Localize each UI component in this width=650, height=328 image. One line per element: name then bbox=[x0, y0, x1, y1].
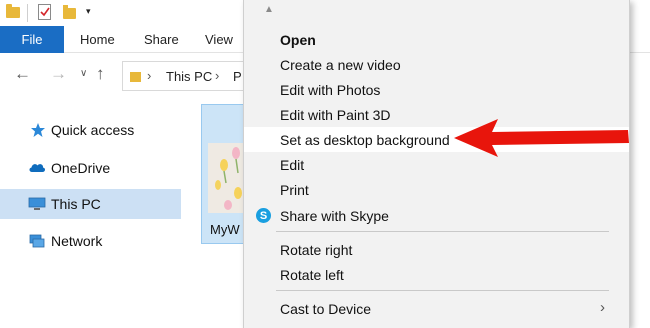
chevron-right-icon[interactable]: › bbox=[147, 68, 151, 83]
folder-icon bbox=[130, 72, 141, 82]
star-icon bbox=[31, 123, 45, 137]
menu-item-create-new-video[interactable]: Create a new video bbox=[244, 52, 629, 77]
folder-icon bbox=[6, 4, 20, 18]
menu-item-label: Cast to Device bbox=[280, 300, 372, 317]
forward-arrow-icon[interactable]: → bbox=[50, 64, 67, 84]
menu-item-cast-to-device[interactable]: Cast to Device › bbox=[244, 296, 629, 321]
menu-item-label: Print bbox=[280, 181, 309, 198]
network-icon bbox=[29, 234, 45, 248]
computer-icon bbox=[28, 197, 46, 210]
new-folder-icon[interactable] bbox=[63, 5, 76, 19]
chevron-right-icon: › bbox=[600, 299, 605, 316]
menu-item-label: Share with Skype bbox=[280, 207, 389, 224]
address-input[interactable]: › This PC › P bbox=[122, 61, 262, 91]
sidebar-item-onedrive[interactable]: OneDrive bbox=[0, 153, 181, 183]
customize-dropdown-icon[interactable]: ▾ bbox=[86, 6, 91, 17]
sidebar-item-label: OneDrive bbox=[51, 160, 111, 176]
menu-item-label: Edit with Paint 3D bbox=[280, 106, 391, 123]
menu-item-share-with-skype[interactable]: S Share with Skype bbox=[244, 203, 629, 228]
sidebar-item-label: Quick access bbox=[51, 122, 135, 138]
tab-share[interactable]: Share bbox=[144, 26, 179, 53]
menu-item-label: Set as desktop background bbox=[280, 131, 450, 148]
up-arrow-icon[interactable]: ↑ bbox=[96, 64, 105, 84]
chevron-right-icon[interactable]: › bbox=[215, 68, 219, 83]
file-name: MyW bbox=[210, 222, 240, 237]
menu-item-label: Open bbox=[280, 31, 316, 48]
back-arrow-icon[interactable]: ← bbox=[14, 64, 31, 84]
menu-item-label: Create a new video bbox=[280, 56, 401, 73]
menu-item-rotate-left[interactable]: Rotate left bbox=[244, 262, 629, 287]
tab-home[interactable]: Home bbox=[80, 26, 115, 53]
menu-item-print[interactable]: Print bbox=[244, 177, 629, 202]
breadcrumb-this-pc[interactable]: This PC bbox=[166, 69, 212, 84]
menu-item-label: Edit with Photos bbox=[280, 81, 381, 98]
menu-item-label: Rotate right bbox=[280, 241, 353, 258]
scroll-up-icon[interactable]: ▲ bbox=[264, 4, 274, 15]
menu-divider bbox=[276, 231, 609, 232]
menu-item-label: Rotate left bbox=[280, 266, 344, 283]
annotation-arrow bbox=[454, 119, 629, 157]
sidebar-item-label: This PC bbox=[51, 196, 101, 212]
navigation-pane: Quick access OneDrive This PC Network bbox=[0, 98, 181, 328]
tab-view[interactable]: View bbox=[205, 26, 233, 53]
menu-item-open[interactable]: Open bbox=[244, 27, 629, 52]
tab-file[interactable]: File bbox=[0, 26, 64, 53]
properties-icon[interactable] bbox=[38, 4, 51, 20]
sidebar-item-network[interactable]: Network bbox=[0, 226, 181, 256]
sidebar-item-quick-access[interactable]: Quick access bbox=[0, 115, 181, 145]
menu-item-rotate-right[interactable]: Rotate right bbox=[244, 237, 629, 262]
sidebar-item-this-pc[interactable]: This PC bbox=[0, 189, 181, 219]
cloud-icon bbox=[29, 164, 46, 172]
recent-locations-icon[interactable]: ∨ bbox=[80, 68, 87, 79]
sidebar-item-label: Network bbox=[51, 233, 103, 249]
context-menu: ▲ Open Create a new video Edit with Phot… bbox=[243, 0, 630, 328]
menu-divider bbox=[276, 290, 609, 291]
breadcrumb-truncated[interactable]: P bbox=[233, 69, 242, 84]
toolbar-divider bbox=[27, 4, 28, 22]
menu-item-edit-with-photos[interactable]: Edit with Photos bbox=[244, 77, 629, 102]
skype-icon: S bbox=[256, 208, 271, 223]
menu-item-label: Edit bbox=[280, 156, 305, 173]
